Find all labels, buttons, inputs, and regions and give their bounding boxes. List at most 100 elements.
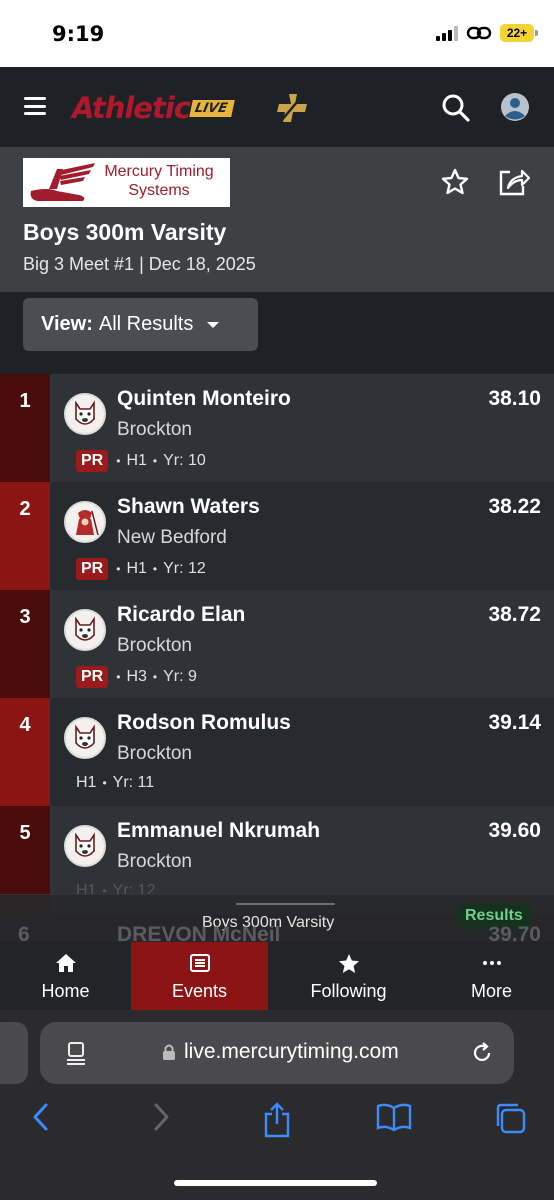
team-logo-bulldog <box>64 609 106 651</box>
whaler-icon <box>76 510 99 536</box>
more-icon <box>482 961 501 965</box>
heat: H1 <box>126 560 147 577</box>
athletic-live-logo[interactable]: Athletic LIVE <box>72 91 235 125</box>
battery-icon: 22+ <box>500 24 538 42</box>
tab-following[interactable]: Following <box>268 942 429 1010</box>
result-meta: PR • H3 • Yr: 9 <box>76 666 197 688</box>
place-column: 4 <box>0 698 50 806</box>
bookmarks-icon[interactable] <box>376 1102 412 1132</box>
status-time: 9:19 <box>52 22 105 46</box>
result-mark: 38.72 <box>488 603 541 626</box>
athlete-name[interactable]: Ricardo Elan <box>117 603 245 627</box>
page-menu-icon[interactable] <box>64 1041 88 1065</box>
heat: H1 <box>126 452 147 469</box>
share-icon[interactable] <box>496 166 530 198</box>
year: Yr: 11 <box>112 774 155 791</box>
event-header: Mercury Timing Systems Boys 300m Varsity… <box>0 147 554 292</box>
place-column: 3 <box>0 590 50 698</box>
view-value: All Results <box>98 313 194 335</box>
view-label: View: <box>41 313 93 335</box>
result-row[interactable]: 2 Shawn Waters New Bedford PR • H1 • Yr:… <box>0 482 554 590</box>
place-column: 1 <box>0 374 50 482</box>
athlete-name[interactable]: Rodson Romulus <box>117 711 291 735</box>
place-column: 2 <box>0 482 50 590</box>
tabs-icon[interactable] <box>494 1102 528 1134</box>
peek-name: DREVON McNeil <box>117 926 281 942</box>
plus-logo-icon[interactable] <box>277 94 309 122</box>
pr-badge: PR <box>76 666 109 688</box>
result-row[interactable]: 1 Quinten Monteiro Brockton PR • H1 • Yr… <box>0 374 554 482</box>
caret-down-icon <box>207 321 220 328</box>
heat: H3 <box>126 668 147 685</box>
team-logo-bulldog <box>64 825 106 867</box>
search-icon[interactable] <box>441 93 471 123</box>
forward-icon[interactable] <box>150 1102 172 1132</box>
peek-result-row: 6 DREVON McNeil 39.70 <box>0 926 554 942</box>
drag-handle[interactable] <box>236 903 335 905</box>
tab-events[interactable]: Events <box>131 942 268 1010</box>
tab-more-label: More <box>470 981 512 1001</box>
team-name[interactable]: Brockton <box>117 635 192 657</box>
separator-dot: • <box>152 454 158 468</box>
favorite-star-icon[interactable] <box>440 167 470 197</box>
home-icon <box>55 954 76 972</box>
year: Yr: 12 <box>163 560 206 577</box>
reload-icon[interactable] <box>470 1041 494 1065</box>
tab-events-label: Events <box>171 981 228 1001</box>
place-number: 4 <box>19 714 31 736</box>
place-number: 3 <box>19 606 31 628</box>
previous-tab-pill[interactable] <box>0 1022 28 1084</box>
peek-mark: 39.70 <box>488 926 541 942</box>
lock-icon <box>163 1044 175 1060</box>
mercury-timing-logo[interactable]: Mercury Timing Systems <box>23 158 230 207</box>
team-name[interactable]: Brockton <box>117 851 192 873</box>
athlete-name[interactable]: Shawn Waters <box>117 495 260 519</box>
url-display[interactable]: live.mercurytiming.com <box>162 1040 399 1064</box>
event-subtitle: Big 3 Meet #1 | Dec 18, 2025 <box>23 254 256 274</box>
sponsor-name: Mercury Timing Systems <box>95 162 223 200</box>
result-meta: H1 • Yr: 11 <box>76 774 154 792</box>
url-text: live.mercurytiming.com <box>184 1040 399 1063</box>
athlete-name[interactable]: Quinten Monteiro <box>117 387 291 411</box>
separator-dot: • <box>116 562 121 576</box>
pr-badge: PR <box>76 450 109 472</box>
back-icon[interactable] <box>30 1102 52 1132</box>
results-list: 1 Quinten Monteiro Brockton PR • H1 • Yr… <box>0 374 554 914</box>
team-name[interactable]: Brockton <box>117 743 192 765</box>
heat: H1 <box>76 774 97 791</box>
result-row[interactable]: 4 Rodson Romulus Brockton H1 • Yr: 11 39… <box>0 698 554 806</box>
separator-dot: • <box>102 776 107 790</box>
logo-badge: LIVE <box>189 99 235 117</box>
list-icon <box>189 954 210 972</box>
tab-more[interactable]: More <box>429 942 554 1010</box>
peek-place: 6 <box>18 926 30 942</box>
team-name[interactable]: New Bedford <box>117 527 227 549</box>
pr-badge: PR <box>76 558 109 580</box>
result-mark: 38.10 <box>488 387 541 410</box>
result-row[interactable]: 3 Ricardo Elan Brockton PR • H3 • Yr: 9 … <box>0 590 554 698</box>
winged-foot-icon <box>30 163 95 201</box>
team-name[interactable]: Brockton <box>117 419 192 441</box>
place-number: 2 <box>19 498 31 520</box>
bottom-tab-bar: Home Events Following More <box>0 942 554 1010</box>
menu-icon[interactable] <box>24 97 46 115</box>
place-number: 1 <box>19 390 31 412</box>
tab-home[interactable]: Home <box>0 942 131 1010</box>
tab-following-label: Following <box>310 981 387 1001</box>
share-sheet-icon[interactable] <box>262 1102 292 1138</box>
filter-bar: View: All Results <box>0 292 554 374</box>
bulldog-icon <box>75 832 95 857</box>
address-bar[interactable]: live.mercurytiming.com <box>40 1022 514 1084</box>
separator-dot: • <box>152 670 158 684</box>
result-mark: 39.14 <box>488 711 541 734</box>
sponsor-line2: Systems <box>128 182 190 199</box>
cellular-signal-icon <box>436 25 458 41</box>
user-account-icon[interactable] <box>500 92 530 122</box>
view-filter-dropdown[interactable]: View: All Results <box>23 298 258 351</box>
athlete-name[interactable]: Emmanuel Nkrumah <box>117 819 320 843</box>
separator-dot: • <box>116 454 121 468</box>
status-bar: 9:19 22+ <box>0 0 554 67</box>
result-mark: 39.60 <box>488 819 541 842</box>
app-header: Athletic LIVE <box>0 67 554 147</box>
bulldog-icon <box>75 400 95 425</box>
